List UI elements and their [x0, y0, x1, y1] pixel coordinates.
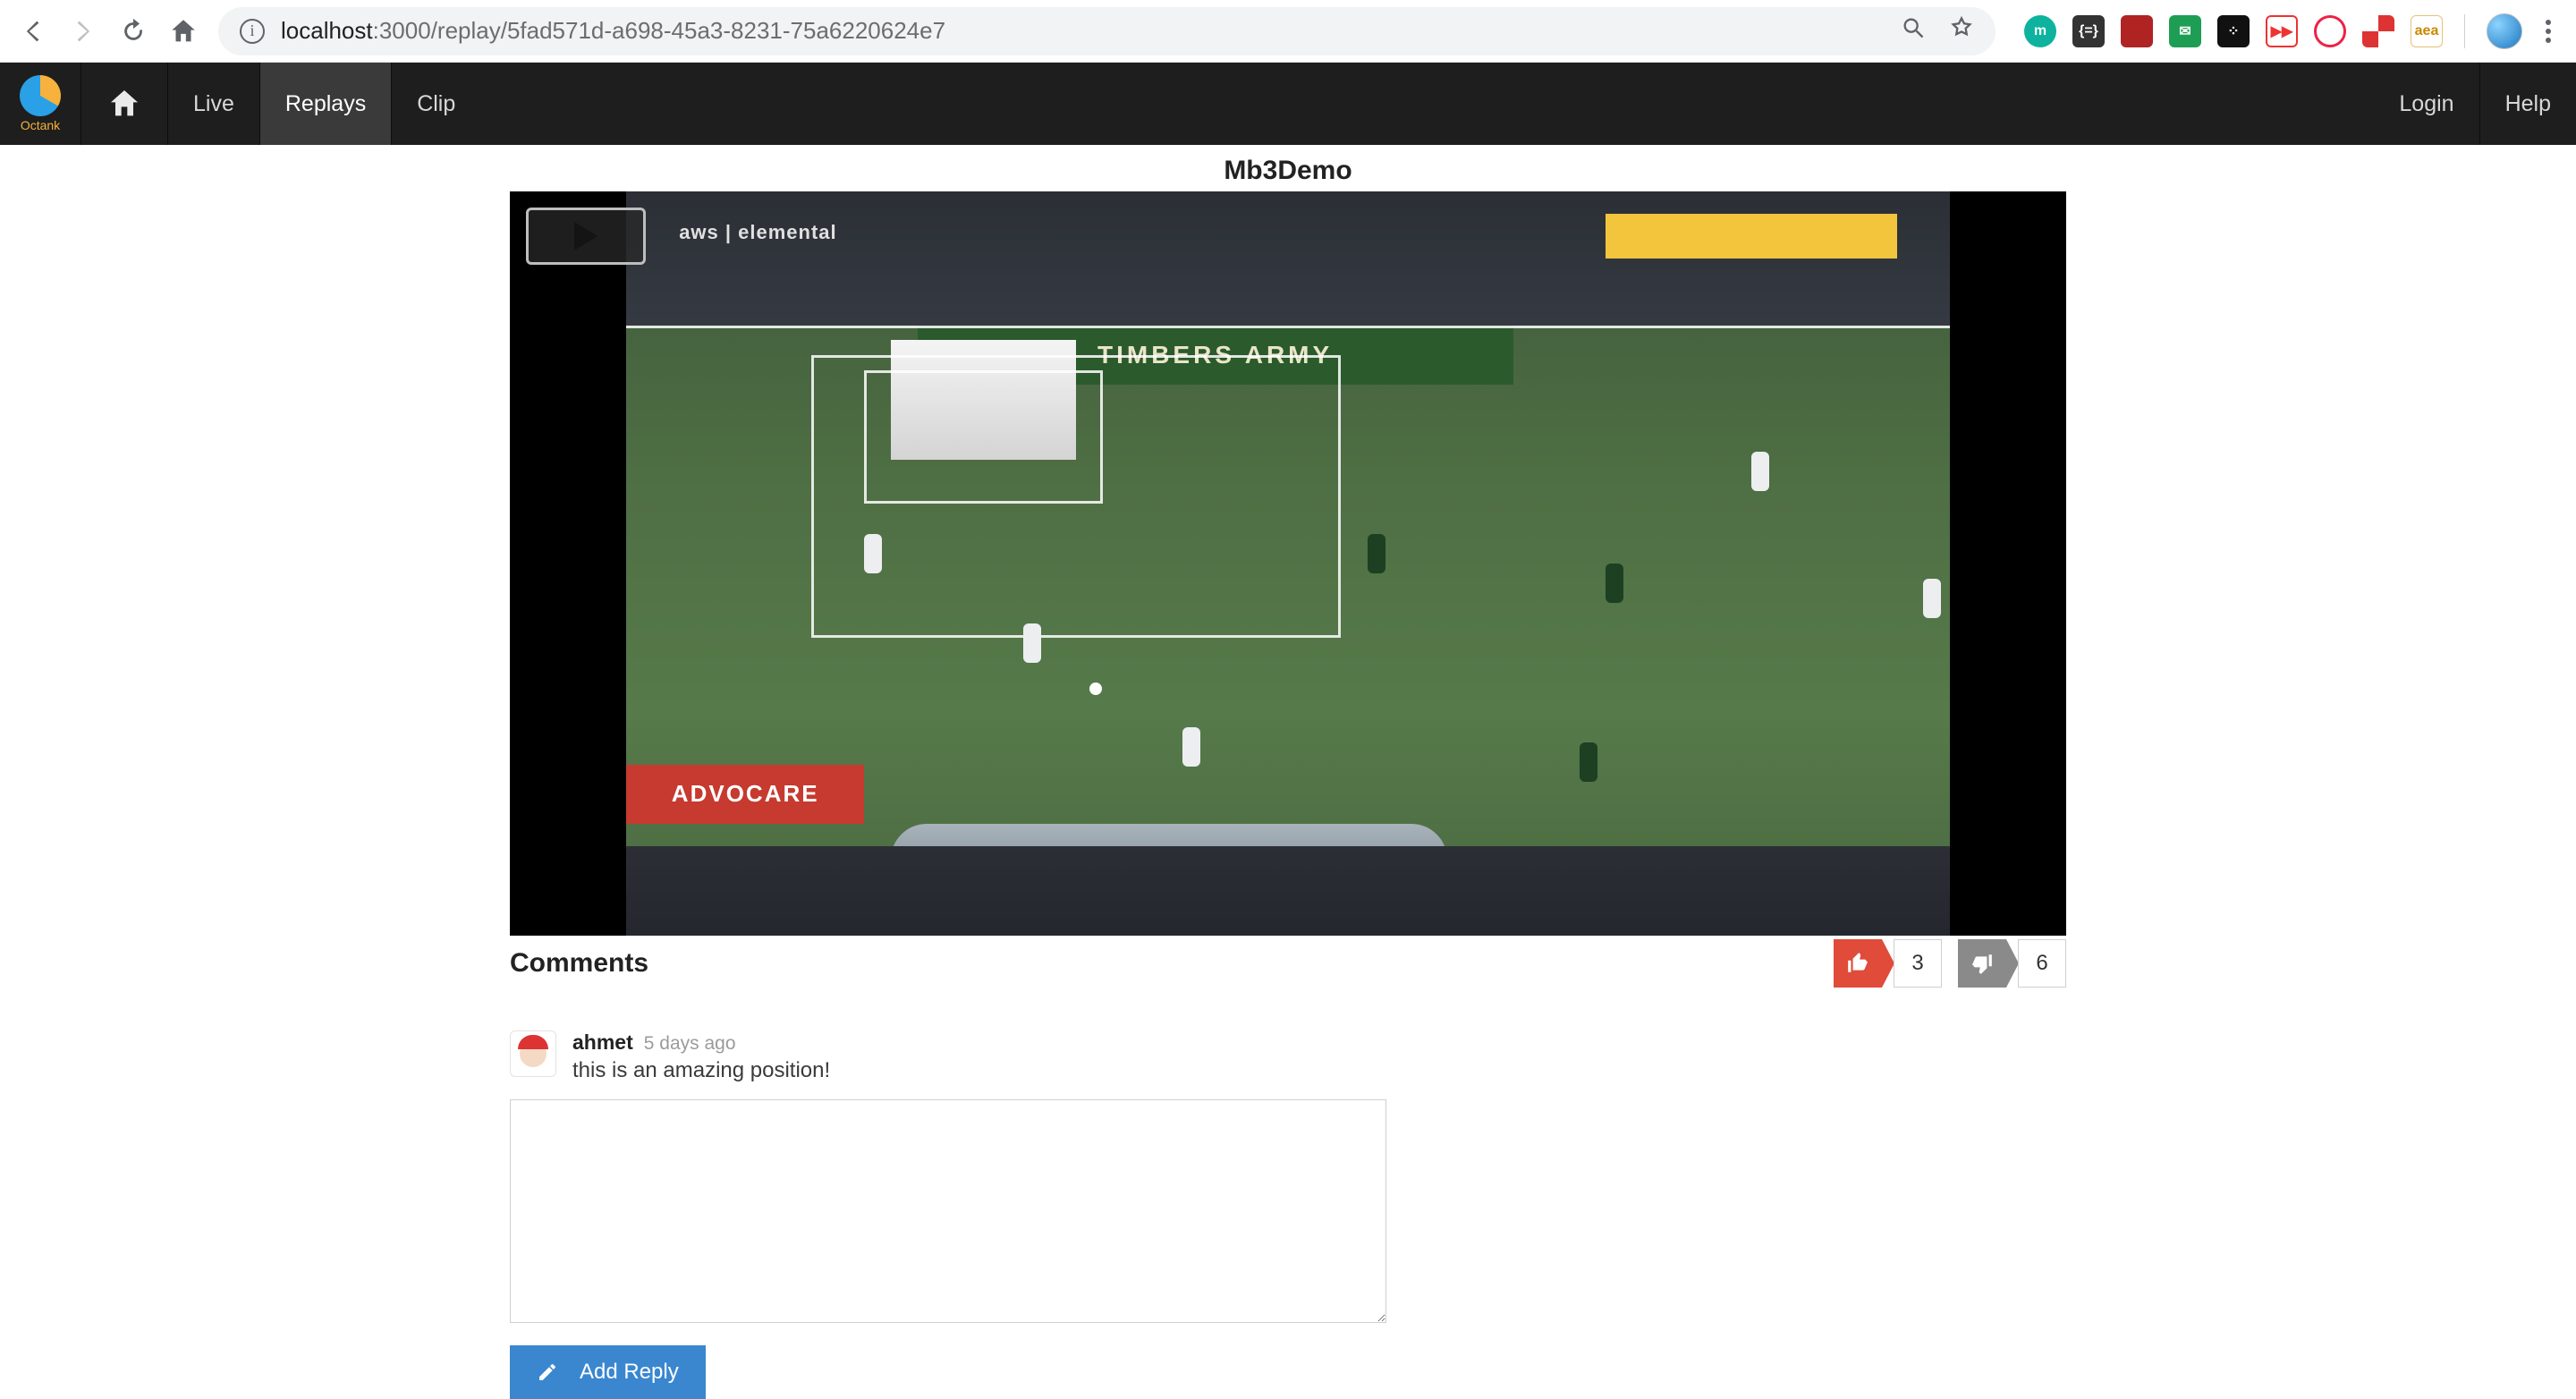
video-title: Mb3Demo — [1224, 156, 1352, 186]
player — [1751, 452, 1769, 491]
reply-textarea[interactable] — [510, 1099, 1386, 1323]
app-navbar: Octank Live Replays Clip Login Help — [0, 63, 2576, 145]
extension-icon[interactable] — [2121, 15, 2153, 47]
page-content: Mb3Demo TIMBERS ARMY aws | elemental — [0, 145, 2576, 1399]
letterbox — [510, 191, 626, 936]
home-button[interactable] — [168, 16, 199, 47]
player — [1923, 579, 1941, 618]
nav-login[interactable]: Login — [2374, 63, 2479, 145]
player — [1368, 534, 1385, 573]
logo-icon — [20, 75, 61, 116]
like-count: 3 — [1894, 939, 1942, 988]
play-icon — [574, 222, 597, 250]
nav-clip[interactable]: Clip — [391, 63, 480, 145]
forward-button[interactable] — [68, 16, 98, 47]
extension-icon[interactable] — [2362, 15, 2394, 47]
thumbs-down-icon — [1970, 952, 1994, 975]
extension-icon[interactable]: {=} — [2072, 15, 2105, 47]
extension-icon[interactable]: ⁘ — [2217, 15, 2250, 47]
dislike-control: 6 — [1958, 939, 2066, 988]
profile-avatar[interactable] — [2487, 13, 2522, 49]
url-text: localhost:3000/replay/5fad571d-a698-45a3… — [281, 17, 1885, 45]
below-video-row: Comments 3 6 — [510, 939, 2066, 988]
comment-author: ahmet — [572, 1030, 633, 1055]
like-button[interactable] — [1834, 939, 1882, 988]
brand-name: Octank — [21, 118, 60, 132]
url-host: localhost — [281, 17, 373, 44]
thumbs-up-icon — [1846, 952, 1869, 975]
comments-area: ahmet 5 days ago this is an amazing posi… — [510, 1030, 2066, 1399]
url-path: :3000/replay/5fad571d-a698-45a3-8231-75a… — [373, 17, 945, 44]
comment-timestamp: 5 days ago — [644, 1033, 736, 1055]
nav-home-icon[interactable] — [80, 63, 167, 145]
video-frame: TIMBERS ARMY aws | elemental ADVOCARE — [626, 191, 1950, 936]
dislike-button[interactable] — [1958, 939, 2006, 988]
extensions-row: m {=} ✉ ⁘ ▶▶ aea — [2024, 13, 2558, 49]
bookmark-star-icon[interactable] — [1949, 15, 1974, 47]
crowd — [626, 846, 1950, 936]
browser-chrome: i localhost:3000/replay/5fad571d-a698-45… — [0, 0, 2576, 63]
comment-item: ahmet 5 days ago this is an amazing posi… — [510, 1030, 1386, 1083]
nav-help[interactable]: Help — [2479, 63, 2576, 145]
comment-avatar — [510, 1030, 556, 1077]
nav-replays[interactable]: Replays — [259, 63, 391, 145]
pointer-icon — [2006, 939, 2019, 988]
like-control: 3 — [1834, 939, 1942, 988]
vote-group: 3 6 — [1834, 939, 2066, 988]
video-player[interactable]: TIMBERS ARMY aws | elemental ADVOCARE — [510, 191, 2066, 936]
player — [1023, 623, 1041, 663]
address-bar[interactable]: i localhost:3000/replay/5fad571d-a698-45… — [218, 7, 1996, 55]
ball — [1089, 683, 1102, 695]
back-button[interactable] — [18, 16, 48, 47]
extension-icon[interactable]: ▶▶ — [2266, 15, 2298, 47]
extension-icon[interactable] — [2314, 15, 2346, 47]
site-info-icon[interactable]: i — [240, 19, 265, 44]
player — [1606, 564, 1623, 603]
separator — [2464, 14, 2465, 48]
browser-menu-icon[interactable] — [2538, 20, 2558, 43]
extension-icon[interactable]: aea — [2411, 15, 2443, 47]
player — [1182, 727, 1200, 767]
zoom-icon[interactable] — [1901, 15, 1926, 47]
player — [1580, 742, 1597, 782]
reload-button[interactable] — [118, 16, 148, 47]
player — [864, 534, 882, 573]
play-button[interactable] — [526, 208, 646, 265]
brand-logo[interactable]: Octank — [0, 63, 80, 145]
add-reply-button[interactable]: Add Reply — [510, 1345, 706, 1399]
extension-icon[interactable]: ✉ — [2169, 15, 2201, 47]
compose-icon — [537, 1361, 558, 1383]
nav-live[interactable]: Live — [167, 63, 259, 145]
add-reply-label: Add Reply — [580, 1360, 679, 1385]
comment-text: this is an amazing position! — [572, 1058, 1386, 1083]
letterbox — [1950, 191, 2066, 936]
ad-board-red: ADVOCARE — [626, 765, 864, 825]
extension-icon[interactable]: m — [2024, 15, 2056, 47]
pointer-icon — [1882, 939, 1894, 988]
comments-heading: Comments — [510, 948, 1834, 979]
video-watermark: aws | elemental — [679, 221, 836, 244]
dislike-count: 6 — [2018, 939, 2066, 988]
